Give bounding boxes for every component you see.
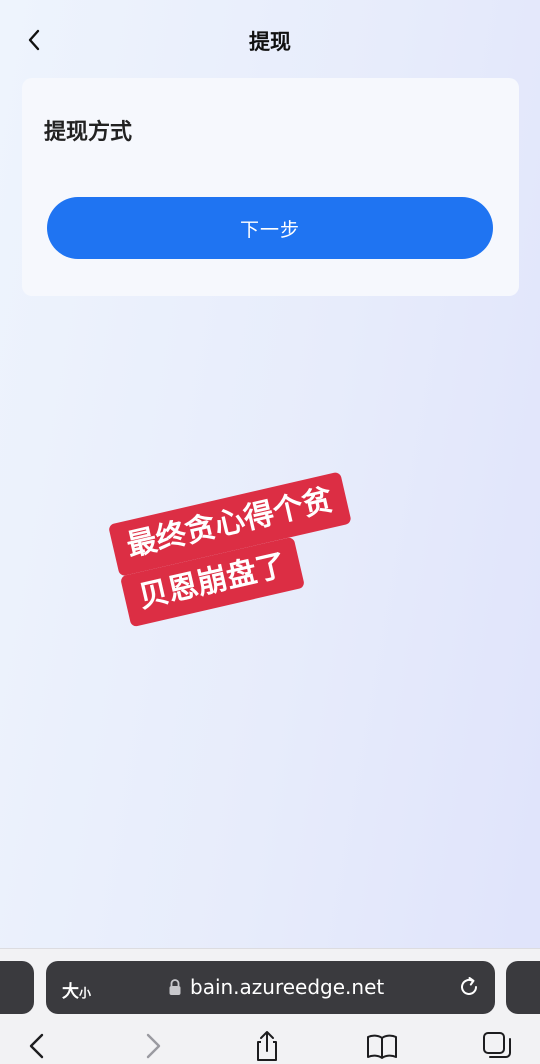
next-tab-preview[interactable]: [506, 961, 540, 1014]
browser-back-icon[interactable]: [20, 1029, 54, 1063]
reload-icon[interactable]: [456, 974, 482, 1000]
browser-toolbar: 大小 bain.azureedge.net: [0, 948, 540, 1064]
top-bar: 提现: [0, 0, 540, 78]
url-text: bain.azureedge.net: [190, 975, 385, 999]
text-size-button[interactable]: 大小: [62, 977, 91, 1002]
address-bar[interactable]: 大小 bain.azureedge.net: [46, 961, 495, 1014]
text-size-big-label: 大: [62, 982, 79, 1002]
share-icon[interactable]: [250, 1029, 284, 1063]
overlay-sticker: 最终贪心得个贫 贝恩崩盘了: [108, 467, 383, 628]
withdraw-method-label: 提现方式: [44, 120, 133, 145]
previous-tab-preview[interactable]: [0, 961, 34, 1014]
browser-forward-icon[interactable]: [136, 1029, 170, 1063]
tabs-icon[interactable]: [480, 1029, 514, 1063]
next-step-button[interactable]: 下一步: [47, 197, 493, 259]
withdraw-method-card: 提现方式 下一步: [22, 78, 519, 296]
browser-nav-icons: [0, 1025, 540, 1064]
page-title: 提现: [249, 30, 291, 54]
lock-icon: [169, 979, 181, 995]
text-size-small-label: 小: [79, 986, 92, 1000]
bookmarks-icon[interactable]: [365, 1029, 399, 1063]
